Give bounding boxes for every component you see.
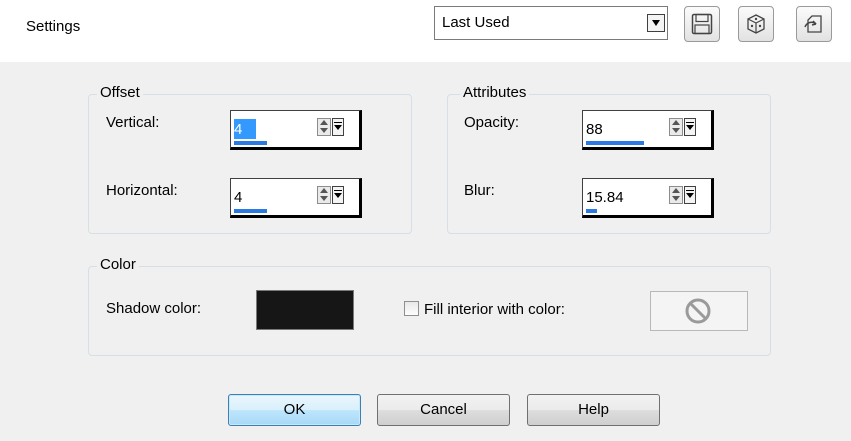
- horizontal-label: Horizontal:: [106, 182, 178, 199]
- settings-label: Settings: [26, 18, 81, 35]
- blur-spinbox[interactable]: [582, 178, 714, 218]
- vertical-slider-bar[interactable]: [234, 141, 267, 145]
- color-group-title: Color: [97, 256, 139, 273]
- offset-group-title: Offset: [97, 84, 143, 101]
- slider-dropdown-icon[interactable]: [684, 186, 696, 204]
- vertical-input[interactable]: [234, 119, 256, 139]
- opacity-label: Opacity:: [464, 114, 520, 131]
- chevron-down-icon[interactable]: [647, 14, 665, 32]
- spin-arrows-icon[interactable]: [669, 186, 683, 204]
- fill-interior-label[interactable]: Fill interior with color:: [424, 301, 565, 318]
- blur-label: Blur:: [464, 182, 495, 199]
- blur-slider-bar[interactable]: [586, 209, 597, 213]
- attributes-group-title: Attributes: [460, 84, 530, 101]
- dice-icon: [747, 14, 765, 34]
- help-button[interactable]: Help: [527, 394, 660, 426]
- header-bar: [0, 0, 851, 62]
- cancel-button[interactable]: Cancel: [377, 394, 510, 426]
- fill-color-swatch[interactable]: [650, 291, 748, 331]
- vertical-label: Vertical:: [106, 114, 160, 131]
- shadow-color-swatch[interactable]: [256, 290, 354, 330]
- slider-dropdown-icon[interactable]: [332, 186, 344, 204]
- preset-dropdown[interactable]: Last Used: [434, 6, 668, 40]
- shadow-color-label: Shadow color:: [106, 300, 202, 317]
- random-preset-button[interactable]: [738, 6, 774, 42]
- horizontal-spinbox[interactable]: [230, 178, 362, 218]
- vertical-spinbox[interactable]: [230, 110, 362, 150]
- ok-button[interactable]: OK: [228, 394, 361, 426]
- reset-preset-icon: [804, 15, 822, 33]
- fill-interior-checkbox[interactable]: [404, 301, 419, 316]
- spin-arrows-icon[interactable]: [317, 118, 331, 136]
- blur-input[interactable]: [586, 187, 660, 207]
- slider-dropdown-icon[interactable]: [684, 118, 696, 136]
- no-color-icon: [685, 298, 711, 324]
- slider-dropdown-icon[interactable]: [332, 118, 344, 136]
- spin-arrows-icon[interactable]: [317, 186, 331, 204]
- reset-preset-button[interactable]: [796, 6, 832, 42]
- horizontal-input[interactable]: [234, 187, 308, 207]
- save-preset-button[interactable]: [684, 6, 720, 42]
- opacity-input[interactable]: [586, 119, 660, 139]
- opacity-slider-bar[interactable]: [586, 141, 644, 145]
- spin-arrows-icon[interactable]: [669, 118, 683, 136]
- floppy-disk-icon: [691, 13, 713, 35]
- horizontal-slider-bar[interactable]: [234, 209, 267, 213]
- preset-value: Last Used: [442, 14, 510, 31]
- opacity-spinbox[interactable]: [582, 110, 714, 150]
